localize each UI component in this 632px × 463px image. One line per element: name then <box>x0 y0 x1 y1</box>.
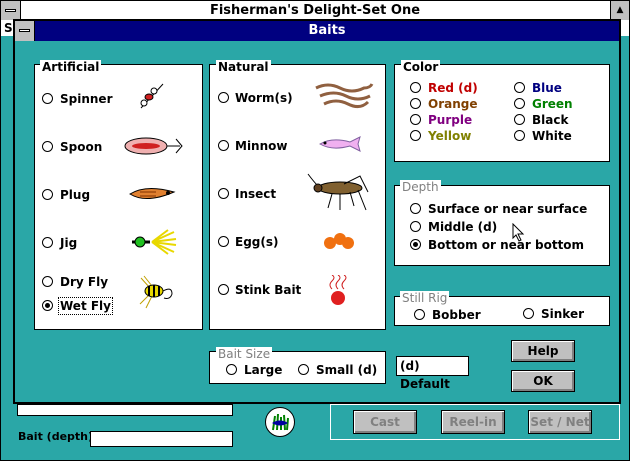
bait-size-group-title: Bait Size <box>216 347 273 361</box>
dialog-system-menu-icon[interactable] <box>15 21 35 41</box>
depth-middle-label[interactable]: Middle (d) <box>428 220 497 234</box>
depth-bottom-label[interactable]: Bottom or near bottom <box>428 238 584 252</box>
depth-surface-radio[interactable] <box>410 203 421 214</box>
color-blue-radio[interactable] <box>514 82 525 93</box>
help-button[interactable]: Help <box>511 340 575 362</box>
stink-bait-radio[interactable] <box>218 284 229 295</box>
color-orange-label[interactable]: Orange <box>428 97 478 111</box>
artificial-group-title: Artificial <box>40 60 102 74</box>
dialog-title: Baits <box>308 23 346 38</box>
fish-logo-icon[interactable] <box>265 407 295 437</box>
color-group <box>394 64 610 162</box>
color-yellow-label[interactable]: Yellow <box>428 129 471 143</box>
dry-fly-radio[interactable] <box>42 276 53 287</box>
color-black-label[interactable]: Black <box>532 113 568 127</box>
depth-group <box>394 185 610 266</box>
jig-label[interactable]: Jig <box>60 236 77 250</box>
insect-label[interactable]: Insect <box>235 187 276 201</box>
grasshopper-icon <box>307 173 369 211</box>
bobber-label[interactable]: Bobber <box>432 308 481 322</box>
plug-radio[interactable] <box>42 189 53 200</box>
depth-middle-radio[interactable] <box>410 221 421 232</box>
stink-bait-label[interactable]: Stink Bait <box>235 283 301 297</box>
color-red-radio[interactable] <box>410 82 421 93</box>
maximize-icon[interactable]: ▲ <box>610 1 629 20</box>
natural-group-title: Natural <box>216 60 271 74</box>
depth-group-title: Depth <box>400 180 441 194</box>
ok-button[interactable]: OK <box>511 370 575 392</box>
worms-label[interactable]: Worm(s) <box>235 91 293 105</box>
dry-fly-label[interactable]: Dry Fly <box>60 275 108 289</box>
color-orange-radio[interactable] <box>410 98 421 109</box>
sinker-label[interactable]: Sinker <box>541 307 584 321</box>
info-field <box>17 404 233 416</box>
main-system-menu-icon[interactable] <box>1 1 21 20</box>
color-white-radio[interactable] <box>514 130 525 141</box>
eggs-label[interactable]: Egg(s) <box>235 235 279 249</box>
spoon-icon <box>124 137 183 155</box>
color-purple-label[interactable]: Purple <box>428 113 472 127</box>
size-large-radio[interactable] <box>226 364 237 375</box>
minnow-icon <box>319 136 361 152</box>
size-small-radio[interactable] <box>298 364 309 375</box>
main-window-title: Fisherman's Delight-Set One <box>209 3 421 18</box>
spinner-label[interactable]: Spinner <box>60 92 113 106</box>
size-large-label[interactable]: Large <box>244 363 282 377</box>
cast-button[interactable]: Cast <box>353 410 417 434</box>
minnow-radio[interactable] <box>218 140 229 151</box>
eggs-radio[interactable] <box>218 236 229 247</box>
mouse-cursor-icon <box>512 223 525 242</box>
depth-bottom-radio[interactable] <box>410 239 421 250</box>
plug-icon <box>129 188 176 199</box>
sinker-radio[interactable] <box>523 308 534 319</box>
jig-radio[interactable] <box>42 237 53 248</box>
depth-surface-label[interactable]: Surface or near surface <box>428 202 587 216</box>
worm-icon <box>315 83 374 109</box>
color-group-title: Color <box>401 60 441 74</box>
stink-bait-icon <box>329 275 347 305</box>
wet-fly-radio[interactable] <box>42 300 53 311</box>
spinner-icon <box>140 83 164 109</box>
color-black-radio[interactable] <box>514 114 525 125</box>
fly-icon <box>139 275 173 309</box>
insect-radio[interactable] <box>218 188 229 199</box>
set-net-button[interactable]: Set / Net <box>528 410 592 434</box>
still-rig-group-title: Still Rig <box>400 291 450 305</box>
color-green-radio[interactable] <box>514 98 525 109</box>
bait-depth-field[interactable] <box>90 431 233 447</box>
color-yellow-radio[interactable] <box>410 130 421 141</box>
spoon-label[interactable]: Spoon <box>60 140 102 154</box>
color-white-label[interactable]: White <box>532 129 572 143</box>
spoon-radio[interactable] <box>42 141 53 152</box>
color-purple-radio[interactable] <box>410 114 421 125</box>
eggs-icon <box>324 233 354 249</box>
wet-fly-label[interactable]: Wet Fly <box>58 297 113 315</box>
size-small-label[interactable]: Small (d) <box>316 363 377 377</box>
color-red-label[interactable]: Red (d) <box>428 81 478 95</box>
spinner-radio[interactable] <box>42 93 53 104</box>
minnow-label[interactable]: Minnow <box>235 139 287 153</box>
worms-radio[interactable] <box>218 92 229 103</box>
plug-label[interactable]: Plug <box>60 188 90 202</box>
jig-icon <box>132 229 177 255</box>
color-blue-label[interactable]: Blue <box>532 81 562 95</box>
reel-in-button[interactable]: Reel-in <box>441 410 505 434</box>
bobber-radio[interactable] <box>414 309 425 320</box>
color-green-label[interactable]: Green <box>532 97 573 111</box>
default-note: (d) Default <box>396 356 469 391</box>
bait-depth-label: Bait (depth): <box>18 430 98 443</box>
